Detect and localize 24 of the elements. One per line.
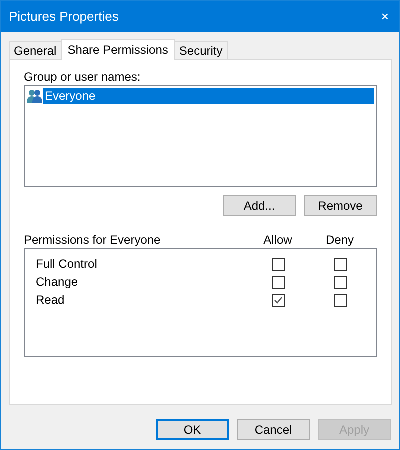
tab[interactable]: General	[9, 41, 62, 59]
group-label: Group or user names:	[24, 70, 142, 85]
permission-name: Change	[35, 275, 80, 289]
checkbox[interactable]	[334, 258, 346, 270]
remove-button[interactable]: Remove	[304, 195, 377, 216]
permissions-label: Permissions for Everyone	[24, 233, 162, 248]
close-icon[interactable]: ×	[381, 6, 389, 26]
tab[interactable]: Security	[174, 41, 228, 59]
permission-name: Read	[35, 293, 66, 307]
user-item[interactable]: Everyone	[43, 88, 374, 104]
window-title: Pictures Properties	[9, 9, 119, 24]
checkbox[interactable]	[272, 276, 284, 288]
column-header: Allow	[262, 233, 294, 248]
checkbox[interactable]	[272, 294, 284, 306]
cancel-button[interactable]: Cancel	[237, 419, 310, 440]
users-icon	[27, 89, 43, 103]
ok-button[interactable]: OK	[156, 419, 229, 440]
column-header: Deny	[324, 233, 355, 248]
permission-name: Full Control	[35, 257, 98, 271]
tab[interactable]: Share Permissions	[60, 39, 176, 60]
checkbox[interactable]	[334, 294, 346, 306]
checkbox[interactable]	[334, 276, 346, 288]
checkbox[interactable]	[272, 258, 284, 270]
add-button[interactable]: Add...	[223, 195, 296, 216]
